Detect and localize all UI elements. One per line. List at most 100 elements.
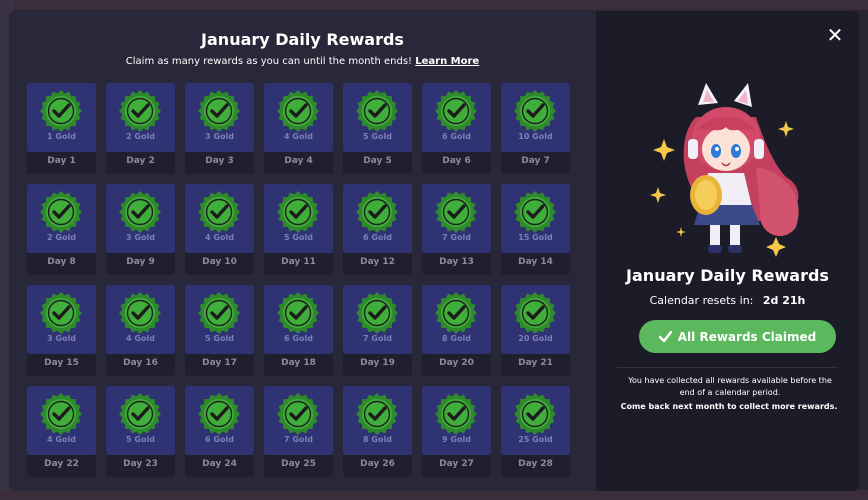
reward-day-label: Day 22 <box>44 459 79 469</box>
check-badge-icon <box>40 191 82 233</box>
reward-day-label: Day 15 <box>44 358 79 368</box>
reward-day-label: Day 9 <box>126 257 155 267</box>
reward-tile[interactable]: 5 Gold Day 17 <box>185 285 254 376</box>
check-badge-icon <box>356 90 398 132</box>
reward-amount: 9 Gold <box>442 435 471 444</box>
reward-tile-face: 1 Gold <box>27 83 96 152</box>
reward-tile[interactable]: 2 Gold Day 2 <box>106 83 175 174</box>
reward-day-bar: Day 20 <box>422 354 491 376</box>
reward-tile-face: 9 Gold <box>422 386 491 455</box>
reward-day-bar: Day 25 <box>264 455 333 477</box>
reward-day-label: Day 20 <box>439 358 474 368</box>
reward-tile[interactable]: 9 Gold Day 27 <box>422 386 491 477</box>
reward-amount: 8 Gold <box>442 334 471 343</box>
reward-day-label: Day 21 <box>518 358 553 368</box>
check-badge-icon <box>198 90 240 132</box>
reward-tile[interactable]: 6 Gold Day 6 <box>422 83 491 174</box>
check-badge-icon <box>435 292 477 334</box>
reward-tile[interactable]: 20 Gold Day 21 <box>501 285 570 376</box>
reward-amount: 7 Gold <box>363 334 392 343</box>
reward-tile[interactable]: 3 Gold Day 9 <box>106 184 175 275</box>
reward-amount: 3 Gold <box>205 132 234 141</box>
reward-tile[interactable]: 4 Gold Day 10 <box>185 184 254 275</box>
reward-tile-face: 4 Gold <box>106 285 175 354</box>
reward-amount: 7 Gold <box>284 435 313 444</box>
reward-day-bar: Day 19 <box>343 354 412 376</box>
check-badge-icon <box>277 90 319 132</box>
check-badge-icon <box>514 393 556 435</box>
reward-tile-face: 6 Gold <box>264 285 333 354</box>
reward-tile[interactable]: 6 Gold Day 24 <box>185 386 254 477</box>
reward-day-label: Day 1 <box>47 156 76 166</box>
reward-amount: 5 Gold <box>363 132 392 141</box>
reward-tile[interactable]: 7 Gold Day 19 <box>343 285 412 376</box>
reward-tile[interactable]: 8 Gold Day 26 <box>343 386 412 477</box>
reward-amount: 6 Gold <box>284 334 313 343</box>
reward-day-label: Day 26 <box>360 459 395 469</box>
reward-tile[interactable]: 1 Gold Day 1 <box>27 83 96 174</box>
all-rewards-claimed-button[interactable]: All Rewards Claimed <box>639 320 836 353</box>
close-icon[interactable]: ✕ <box>825 25 845 45</box>
check-badge-icon <box>277 292 319 334</box>
rewards-grid: 1 Gold Day 1 2 Gold Day 2 3 Gold Day 3 4 Gold D… <box>27 83 570 477</box>
reward-tile-face: 3 Gold <box>27 285 96 354</box>
reward-day-label: Day 10 <box>202 257 237 267</box>
backdrop-top-bar <box>0 0 868 10</box>
reward-tile[interactable]: 6 Gold Day 12 <box>343 184 412 275</box>
reward-amount: 2 Gold <box>47 233 76 242</box>
reward-tile-face: 6 Gold <box>422 83 491 152</box>
reward-tile-face: 3 Gold <box>106 184 175 253</box>
backdrop-bottom-bar <box>0 490 868 500</box>
check-badge-icon <box>514 191 556 233</box>
reward-tile[interactable]: 4 Gold Day 22 <box>27 386 96 477</box>
reward-day-bar: Day 14 <box>501 253 570 275</box>
learn-more-link[interactable]: Learn More <box>415 56 479 67</box>
reward-day-bar: Day 22 <box>27 455 96 477</box>
reset-label: Calendar resets in: <box>649 294 754 307</box>
reward-tile-face: 6 Gold <box>343 184 412 253</box>
reward-tile[interactable]: 7 Gold Day 25 <box>264 386 333 477</box>
reward-tile[interactable]: 15 Gold Day 14 <box>501 184 570 275</box>
reward-tile-face: 7 Gold <box>264 386 333 455</box>
reward-amount: 4 Gold <box>47 435 76 444</box>
reward-day-label: Day 3 <box>205 156 234 166</box>
reward-tile[interactable]: 2 Gold Day 8 <box>27 184 96 275</box>
reward-day-bar: Day 4 <box>264 152 333 174</box>
reward-day-bar: Day 7 <box>501 152 570 174</box>
reward-tile[interactable]: 5 Gold Day 11 <box>264 184 333 275</box>
collected-note: You have collected all rewards available… <box>628 376 832 397</box>
reward-tile[interactable]: 3 Gold Day 15 <box>27 285 96 376</box>
reward-tile[interactable]: 4 Gold Day 16 <box>106 285 175 376</box>
summary-title: January Daily Rewards <box>626 266 829 285</box>
check-badge-icon <box>514 292 556 334</box>
check-badge-icon <box>119 191 161 233</box>
reward-tile-face: 4 Gold <box>27 386 96 455</box>
reward-day-bar: Day 9 <box>106 253 175 275</box>
reward-tile[interactable]: 10 Gold Day 7 <box>501 83 570 174</box>
check-badge-icon <box>514 90 556 132</box>
reward-tile-face: 7 Gold <box>422 184 491 253</box>
reward-tile[interactable]: 5 Gold Day 23 <box>106 386 175 477</box>
reward-tile[interactable]: 25 Gold Day 28 <box>501 386 570 477</box>
check-badge-icon <box>40 292 82 334</box>
checkmark-icon <box>658 331 672 342</box>
reward-tile[interactable]: 7 Gold Day 13 <box>422 184 491 275</box>
reward-amount: 6 Gold <box>363 233 392 242</box>
reward-day-label: Day 23 <box>123 459 158 469</box>
reward-day-bar: Day 27 <box>422 455 491 477</box>
reward-tile[interactable]: 3 Gold Day 3 <box>185 83 254 174</box>
reward-day-label: Day 12 <box>360 257 395 267</box>
check-badge-icon <box>435 191 477 233</box>
reward-tile[interactable]: 4 Gold Day 4 <box>264 83 333 174</box>
reward-tile[interactable]: 5 Gold Day 5 <box>343 83 412 174</box>
subtitle-text: Claim as many rewards as you can until t… <box>125 56 413 67</box>
check-badge-icon <box>356 393 398 435</box>
reward-amount: 4 Gold <box>205 233 234 242</box>
reward-tile[interactable]: 8 Gold Day 20 <box>422 285 491 376</box>
reward-day-label: Day 14 <box>518 257 553 267</box>
reward-tile-face: 2 Gold <box>27 184 96 253</box>
reward-tile[interactable]: 6 Gold Day 18 <box>264 285 333 376</box>
reward-amount: 25 Gold <box>518 435 553 444</box>
reward-amount: 8 Gold <box>363 435 392 444</box>
rewards-summary-panel: ✕ January Daily Rewards Calendar resets … <box>596 11 859 491</box>
